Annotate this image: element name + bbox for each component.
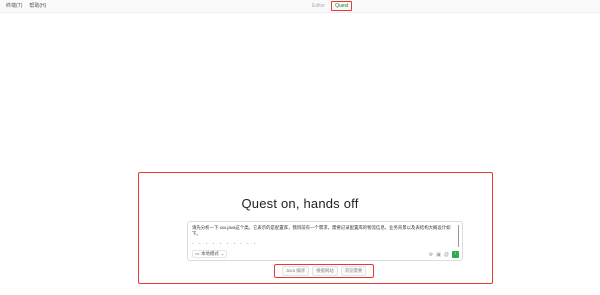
tab-editor[interactable]: Editor <box>310 2 327 10</box>
prompt-input[interactable]: 请先分析一下 xxx.java这个类。它表示的是配置库，我目前有一个需求，需要记… <box>192 225 454 237</box>
monitor-icon: ▭ <box>195 251 200 256</box>
suggestion-chip[interactable]: Java 编译 <box>281 266 310 276</box>
suggestion-chip[interactable]: 浏览需要 <box>340 266 367 276</box>
mode-select-label: 本地模式 <box>201 251 219 256</box>
send-icon[interactable]: ↑ <box>452 251 459 258</box>
suggestion-chip[interactable]: 根据网站 <box>312 266 338 276</box>
prompt-scrollbar[interactable] <box>458 225 459 247</box>
mode-switcher: Editor Quest <box>310 1 353 11</box>
prompt-composer[interactable]: 请先分析一下 xxx.java这个类。它表示的是配置库，我目前有一个需求，需要记… <box>187 221 463 261</box>
tab-quest[interactable]: Quest <box>331 1 353 11</box>
menu-terminal[interactable]: 终端(T) <box>6 2 22 10</box>
menu-bar: 终端(T) 帮助(H) <box>6 2 46 10</box>
at-icon[interactable]: @ <box>444 252 449 258</box>
top-bar: 终端(T) 帮助(H) Editor Quest <box>0 0 600 13</box>
menu-help[interactable]: 帮助(H) <box>29 2 46 10</box>
chevron-down-icon: ⌄ <box>220 251 225 256</box>
page-title: Quest on, hands off <box>241 196 359 211</box>
suggestion-row: Java 编译 根据网站 浏览需要 <box>274 264 374 278</box>
image-icon[interactable]: ▣ <box>436 252 441 258</box>
settings-icon[interactable]: ⚙ <box>429 252 433 258</box>
mode-select[interactable]: ▭ 本地模式 ⌄ <box>192 250 228 258</box>
composer-tools: ⚙ ▣ @ ↑ <box>429 251 459 258</box>
prompt-continuation: · · · · · · · · · · <box>192 241 258 247</box>
